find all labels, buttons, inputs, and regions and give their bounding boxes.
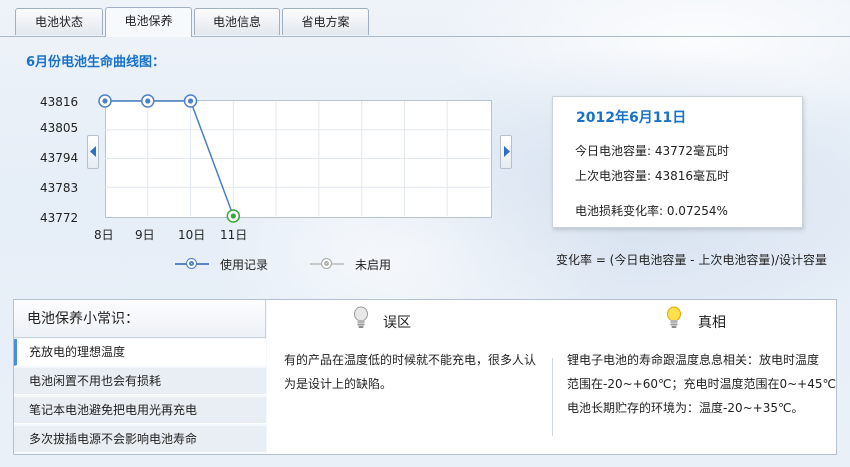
rate-formula: 变化率 = (今日电池容量 - 上次电池容量)/设计容量 [556,253,828,267]
lightbulb-off-icon [354,306,368,328]
myth-title: 误区 [383,315,411,331]
tip-item[interactable]: 电池闲置不用也会有损耗 [14,368,266,395]
battery-summary-card: 2012年6月11日 今日电池容量: 43772毫瓦时 上次电池容量: 4381… [552,96,803,228]
content-divider [552,358,553,436]
truth-line: 锂电子电池的寿命跟温度息息相关：放电时温度 [567,353,820,367]
truth-line: 范围在-20~+60℃；充电时温度范围在0~+45℃ [567,377,836,391]
loss-rate: 电池损耗变化率: 0.07254% [575,204,728,218]
summary-date: 2012年6月11日 [576,110,687,126]
legend-marker-used [186,258,197,269]
tips-panel: 电池保养小常识： 充放电的理想温度 电池闲置不用也会有损耗 笔记本电池避免把电用… [13,299,837,455]
x-tick-label: 8日 [94,228,114,242]
today-capacity: 今日电池容量: 43772毫瓦时 [575,144,730,158]
x-tick-label: 11日 [220,228,248,242]
last-capacity: 上次电池容量: 43816毫瓦时 [575,169,730,183]
tip-content: 误区 真相 有的产品在温度低的时候就不能充电，很多人认 为是设计上的缺陷。 锂电… [267,300,836,454]
tips-title: 电池保养小常识： [14,300,266,338]
data-point [183,94,198,108]
truth-line: 电池长期贮存的环境为：温度-20~+35℃。 [567,401,804,415]
tip-item[interactable]: 多次拔插电源不会影响电池寿命 [14,426,266,453]
myth-line: 有的产品在温度低的时候就不能充电，很多人认 [284,353,537,367]
data-point [98,94,112,108]
legend-label: 未启用 [355,258,392,272]
tip-item[interactable]: 笔记本电池避免把电用光再充电 [14,397,266,424]
truth-text: 锂电子电池的寿命跟温度息息相关：放电时温度 范围在-20~+60℃；充电时温度范… [567,348,836,420]
tip-item[interactable]: 充放电的理想温度 [14,339,266,366]
truth-title: 真相 [698,315,726,331]
data-point [141,94,155,108]
legend-marker-unused [321,258,332,269]
data-point [226,209,241,223]
legend-label: 使用记录 [220,258,269,272]
lightbulb-on-icon [667,306,681,328]
x-tick-label: 9日 [135,228,155,242]
myth-line: 为是设计上的缺陷。 [284,377,393,391]
x-tick-label: 10日 [178,228,206,242]
myth-text: 有的产品在温度低的时候就不能充电，很多人认 为是设计上的缺陷。 [284,348,536,396]
